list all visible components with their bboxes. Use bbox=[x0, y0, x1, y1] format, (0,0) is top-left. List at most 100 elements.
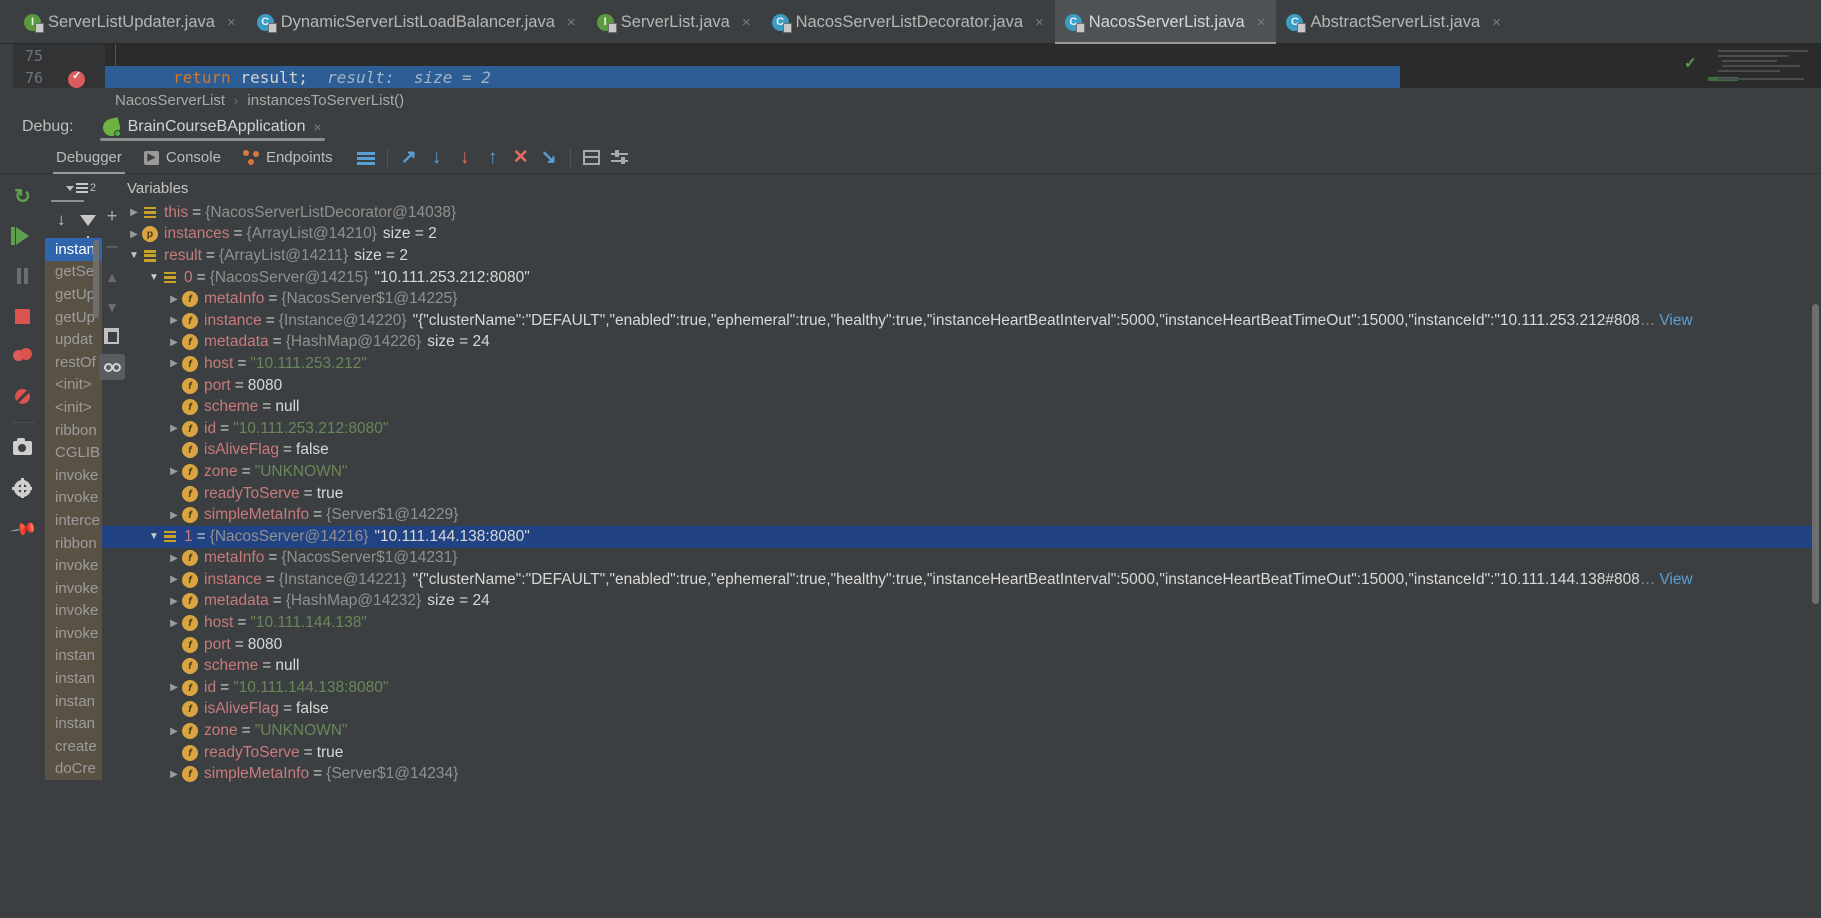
variable-row[interactable]: ▶ f host = "10.111.144.138" bbox=[102, 612, 1811, 634]
frame-list-item[interactable]: instan bbox=[45, 689, 102, 713]
tab-endpoints[interactable]: Endpoints bbox=[232, 142, 344, 174]
chevron-right-icon[interactable]: ▶ bbox=[166, 618, 182, 629]
close-icon[interactable]: × bbox=[313, 119, 321, 135]
view-breakpoints-button[interactable] bbox=[5, 338, 41, 374]
frame-list-item[interactable]: invoke bbox=[45, 486, 102, 510]
frame-list-item[interactable]: instan bbox=[45, 667, 102, 690]
frame-list-item[interactable]: invoke bbox=[45, 599, 102, 623]
view-value-link[interactable]: View bbox=[1659, 312, 1692, 330]
editor-gutter[interactable]: 75 76 bbox=[13, 44, 105, 88]
variable-row[interactable]: ▶ f instance = {Instance@14220} "{"clusterNam… bbox=[102, 310, 1811, 332]
editor-tab-serverlist[interactable]: I ServerList.java × bbox=[587, 0, 762, 44]
variables-tree[interactable]: ▶ this = {NacosServerListDecorator@14038} ▶ p… bbox=[102, 202, 1811, 918]
variable-row[interactable]: f isAliveFlag = false bbox=[102, 699, 1811, 721]
frame-list-item[interactable]: restOf bbox=[45, 350, 102, 374]
variable-row[interactable]: f isAliveFlag = false bbox=[102, 440, 1811, 462]
frame-list-item[interactable]: invoke bbox=[45, 576, 102, 600]
debug-settings-rail-button[interactable] bbox=[5, 470, 41, 506]
variable-row[interactable]: f readyToServe = true bbox=[102, 742, 1811, 764]
code-lines[interactable]: return result; result: size = 2 bbox=[105, 44, 1821, 88]
chevron-right-icon[interactable]: ▶ bbox=[166, 337, 182, 348]
frame-list-item[interactable]: CGLIB bbox=[45, 441, 102, 464]
editor-tab-nacosserverlist[interactable]: C NacosServerList.java × bbox=[1054, 0, 1277, 44]
pin-tab-button[interactable]: 📌 bbox=[5, 510, 41, 546]
evaluate-expression-button[interactable] bbox=[578, 144, 606, 172]
frame-list-item[interactable]: invoke bbox=[45, 554, 102, 577]
variable-row[interactable]: ▶ f id = "10.111.144.138:8080" bbox=[102, 677, 1811, 699]
debug-settings-button[interactable] bbox=[606, 144, 634, 172]
chevron-right-icon[interactable]: ▶ bbox=[126, 229, 142, 240]
variable-row[interactable]: ▶ f host = "10.111.253.212" bbox=[102, 353, 1811, 375]
variable-row[interactable]: ▶ p instances = {ArrayList@14210} size = 2 bbox=[102, 224, 1811, 246]
frames-header[interactable]: 2 bbox=[45, 174, 102, 202]
chevron-down-icon[interactable]: ▼ bbox=[146, 531, 162, 542]
stop-button[interactable] bbox=[5, 298, 41, 334]
frame-list-item[interactable]: ribbon bbox=[45, 531, 102, 555]
editor-tab-dynamicserverlistloadbalancer[interactable]: C DynamicServerListLoadBalancer.java × bbox=[247, 0, 587, 44]
editor-minimap[interactable]: ✓ bbox=[1666, 44, 1821, 88]
chevron-right-icon[interactable]: ▶ bbox=[166, 574, 182, 585]
frame-list-item[interactable]: invoke bbox=[45, 463, 102, 487]
pause-program-button[interactable] bbox=[5, 258, 41, 294]
variable-row[interactable]: f scheme = null bbox=[102, 655, 1811, 677]
variable-row[interactable]: ▼ 0 = {NacosServer@14215} "10.111.253.212:80… bbox=[102, 267, 1811, 289]
variable-row[interactable]: f readyToServe = true bbox=[102, 483, 1811, 505]
chevron-down-icon[interactable]: ▼ bbox=[146, 272, 162, 283]
variable-row[interactable]: f port = 8080 bbox=[102, 375, 1811, 397]
resume-program-button[interactable] bbox=[5, 218, 41, 254]
thread-selector[interactable]: 2 bbox=[65, 182, 96, 194]
chevron-right-icon[interactable]: ▶ bbox=[166, 423, 182, 434]
variable-row[interactable]: ▶ f metaInfo = {NacosServer$1@14231} bbox=[102, 548, 1811, 570]
close-icon[interactable]: × bbox=[567, 15, 576, 30]
editor-tab-abstractserverlist[interactable]: C AbstractServerList.java × bbox=[1276, 0, 1511, 44]
variables-scrollbar[interactable] bbox=[1812, 304, 1819, 604]
close-icon[interactable]: × bbox=[1257, 15, 1266, 30]
force-step-into-button[interactable]: ↓ bbox=[451, 144, 479, 172]
chevron-right-icon[interactable]: ▶ bbox=[166, 769, 182, 780]
variable-row[interactable]: ▶ this = {NacosServerListDecorator@14038} bbox=[102, 202, 1811, 224]
close-icon[interactable]: × bbox=[1492, 15, 1501, 30]
chevron-down-icon[interactable]: ▼ bbox=[126, 250, 142, 261]
tab-debugger[interactable]: Debugger bbox=[45, 142, 133, 174]
variable-row[interactable]: ▶ f simpleMetaInfo = {Server$1@14229} bbox=[102, 504, 1811, 526]
breadcrumb-method[interactable]: instancesToServerList() bbox=[247, 92, 404, 109]
frame-list-item[interactable]: instan bbox=[45, 644, 102, 668]
chevron-right-icon[interactable]: ▶ bbox=[166, 466, 182, 477]
drop-frame-button[interactable]: ✕ bbox=[507, 144, 535, 172]
frame-list-item[interactable]: invoke bbox=[45, 622, 102, 645]
frame-list-item[interactable]: <init> bbox=[45, 396, 102, 419]
chevron-right-icon[interactable]: ▶ bbox=[166, 726, 182, 737]
run-to-cursor-button[interactable]: ↘ bbox=[535, 144, 563, 172]
mute-breakpoints-button[interactable] bbox=[5, 378, 41, 414]
frame-list-item[interactable]: <init> bbox=[45, 373, 102, 397]
variable-row[interactable]: ▶ f metadata = {HashMap@14232} size = 24 bbox=[102, 591, 1811, 613]
tab-console[interactable]: ▶ Console bbox=[133, 142, 232, 174]
variable-row[interactable]: ▶ f simpleMetaInfo = {Server$1@14234} bbox=[102, 763, 1811, 785]
variable-row[interactable]: ▶ f zone = "UNKNOWN" bbox=[102, 461, 1811, 483]
variable-row[interactable]: ▼ result = {ArrayList@14211} size = 2 bbox=[102, 245, 1811, 267]
rerun-button[interactable]: ↻ bbox=[5, 178, 41, 214]
step-into-button[interactable]: ↓ bbox=[423, 144, 451, 172]
export-frames-icon[interactable]: ↓ bbox=[57, 210, 66, 230]
chevron-right-icon[interactable]: ▶ bbox=[166, 596, 182, 607]
chevron-right-icon[interactable]: ▶ bbox=[166, 682, 182, 693]
chevron-right-icon[interactable]: ▶ bbox=[166, 510, 182, 521]
editor-tab-nacosserverlistdecorator[interactable]: C NacosServerListDecorator.java × bbox=[762, 0, 1055, 44]
add-watch-button[interactable]: + bbox=[99, 204, 125, 230]
variable-row[interactable]: ▶ f instance = {Instance@14221} "{"clusterNam… bbox=[102, 569, 1811, 591]
frame-list-item[interactable]: instan bbox=[45, 712, 102, 736]
editor-tab-serverlistupdater[interactable]: I ServerListUpdater.java × bbox=[14, 0, 247, 44]
step-out-button[interactable]: ↑ bbox=[479, 144, 507, 172]
frames-list[interactable]: instan getSe getUp getUp updat restOf <init> <i… bbox=[45, 238, 102, 781]
breadcrumb[interactable]: NacosServerList › instancesToServerList(… bbox=[0, 88, 1821, 112]
close-icon[interactable]: × bbox=[742, 15, 751, 30]
thread-dump-button[interactable] bbox=[5, 430, 41, 466]
chevron-right-icon[interactable]: ▶ bbox=[126, 207, 142, 218]
remove-watch-button[interactable]: – bbox=[99, 234, 125, 260]
frame-list-item[interactable]: create bbox=[45, 735, 102, 758]
filter-icon[interactable] bbox=[79, 214, 96, 242]
move-down-button[interactable]: ▼ bbox=[99, 294, 125, 320]
breadcrumb-class[interactable]: NacosServerList bbox=[115, 92, 225, 109]
frame-list-item[interactable]: doCre bbox=[45, 757, 102, 781]
variable-row[interactable]: ▶ f id = "10.111.253.212:8080" bbox=[102, 418, 1811, 440]
